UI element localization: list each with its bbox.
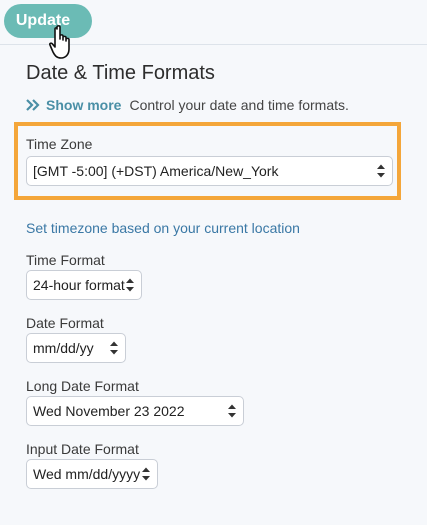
long-date-format-value: Wed November 23 2022 [33,403,185,419]
top-bar: Update [0,0,427,59]
select-arrows-icon [377,164,385,178]
input-date-format-label: Input Date Format [26,441,139,457]
select-arrows-icon [126,278,134,292]
input-date-format-select[interactable]: Wed mm/dd/yyyy [26,459,158,489]
show-more-row: Show more Control your date and time for… [26,97,349,113]
double-chevron-right-icon[interactable] [26,99,40,111]
date-format-value: mm/dd/yy [33,340,94,356]
hand-pointer-icon [49,25,70,59]
time-format-select[interactable]: 24-hour format [26,270,142,300]
long-date-format-label: Long Date Format [26,378,139,394]
time-zone-value: [GMT -5:00] (+DST) America/New_York [33,163,279,179]
time-format-value: 24-hour format [33,277,125,293]
select-arrows-icon [228,404,236,418]
date-format-label: Date Format [26,315,104,331]
show-more-link[interactable]: Show more [46,97,121,113]
long-date-format-select[interactable]: Wed November 23 2022 [26,396,244,426]
time-zone-label: Time Zone [26,136,93,152]
page-description: Control your date and time formats. [129,97,349,113]
select-arrows-icon [142,467,150,481]
date-format-select[interactable]: mm/dd/yy [26,333,126,363]
select-arrows-icon [110,341,118,355]
input-date-format-value: Wed mm/dd/yyyy [33,466,141,482]
page-title: Date & Time Formats [26,62,215,84]
time-format-label: Time Format [26,252,105,268]
set-timezone-location-link[interactable]: Set timezone based on your current locat… [26,220,300,236]
time-zone-select[interactable]: [GMT -5:00] (+DST) America/New_York [26,156,393,186]
